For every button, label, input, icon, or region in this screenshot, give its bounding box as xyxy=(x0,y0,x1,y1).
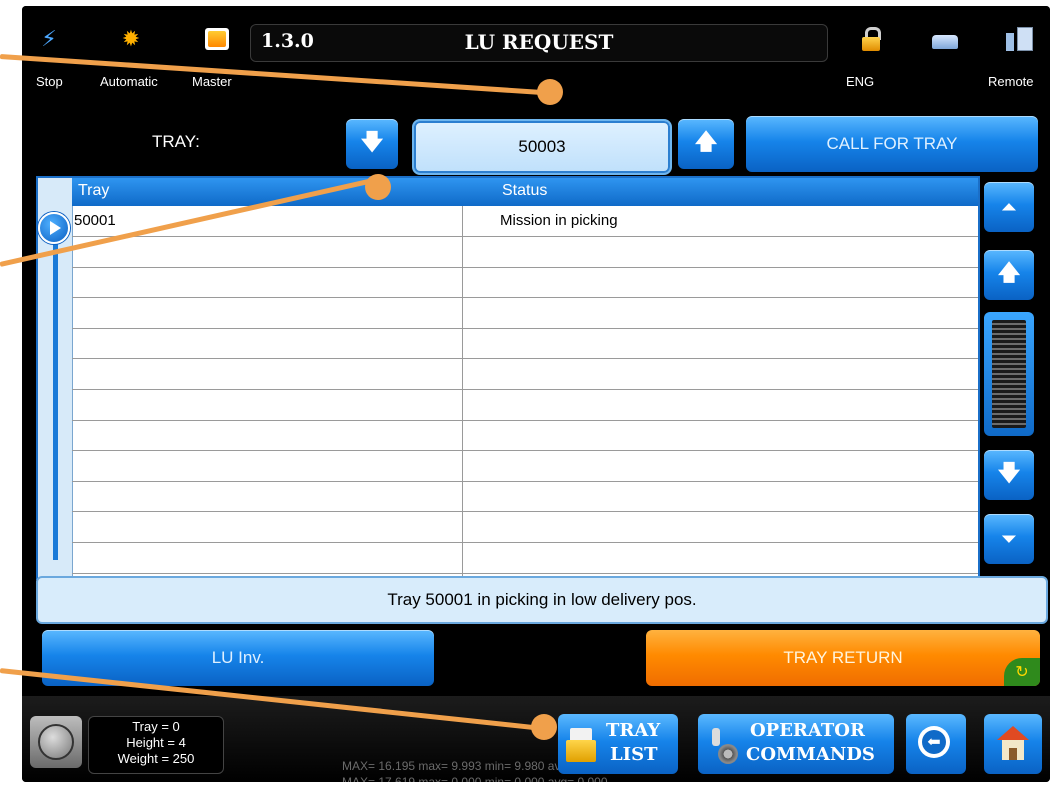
scroll-up-button[interactable]: 🡅 xyxy=(984,250,1034,300)
stats-line-2: MAX= 17.619 max= 0.000 min= 0.000 avg= 0… xyxy=(342,775,608,782)
table-row[interactable] xyxy=(72,267,978,299)
status-lamp-icon[interactable] xyxy=(30,716,82,768)
automatic-label: Automatic xyxy=(100,74,158,89)
master-icon[interactable] xyxy=(202,24,232,54)
table-row[interactable] xyxy=(72,328,978,360)
arrow-bottom-icon: ⏷ xyxy=(1001,528,1017,549)
table-row[interactable] xyxy=(72,390,978,421)
bottom-bar: Tray = 0 Height = 4 Weight = 250 MAX= 16… xyxy=(22,696,1050,782)
row-indicator-strip xyxy=(38,178,73,578)
lightning-icon[interactable]: ⚡ xyxy=(34,24,64,54)
page-title: LU REQUEST xyxy=(464,30,614,54)
tray-list-icon xyxy=(566,726,602,764)
arrow-top-icon: ⏶ xyxy=(1001,196,1017,217)
tray-list-line2: LIST xyxy=(610,744,658,765)
return-arrow-icon: ↻ xyxy=(1004,658,1040,686)
app-screen: ⚡ Stop ✹ Automatic Master 1.3.0 LU REQUE… xyxy=(22,6,1050,782)
arrow-up-icon: 🡅 xyxy=(997,260,1021,285)
operator-commands-line1: OPERATOR xyxy=(750,720,865,741)
master-label: Master xyxy=(192,74,232,89)
call-for-tray-button[interactable]: CALL FOR TRAY xyxy=(746,116,1038,172)
cell-status: Mission in picking xyxy=(500,212,618,229)
callout-dot-top xyxy=(537,79,563,105)
top-bar: ⚡ Stop ✹ Automatic Master 1.3.0 LU REQUE… xyxy=(22,6,1050,94)
arrow-up-icon: 🡅 xyxy=(694,129,718,154)
scrollbar-grip[interactable] xyxy=(992,320,1026,428)
tray-return-button[interactable]: TRAY RETURN ↻ xyxy=(646,630,1040,686)
lock-icon[interactable] xyxy=(856,24,886,54)
table-row[interactable] xyxy=(72,420,978,452)
arrow-down-icon: 🡇 xyxy=(997,460,1021,485)
stop-label: Stop xyxy=(36,74,63,89)
remote-icon[interactable] xyxy=(1004,24,1034,54)
info-height: Height = 4 xyxy=(126,735,186,750)
callout-dot-bottom xyxy=(531,714,557,740)
scroll-top-button[interactable]: ⏶ xyxy=(984,182,1034,232)
scroll-bottom-button[interactable]: ⏷ xyxy=(984,514,1034,564)
tray-down-button[interactable]: 🡇 xyxy=(346,119,398,169)
table-row[interactable]: 50001 Mission in picking xyxy=(72,206,978,237)
language-icon[interactable] xyxy=(930,24,960,54)
lu-inv-button[interactable]: LU Inv. xyxy=(42,630,434,686)
back-arrow-icon: ⬅ xyxy=(918,726,950,758)
table-row[interactable] xyxy=(72,298,978,329)
callout-dot-table xyxy=(365,174,391,200)
table-row[interactable] xyxy=(72,481,978,513)
home-icon xyxy=(995,724,1031,762)
scroll-down-button[interactable]: 🡇 xyxy=(984,450,1034,500)
language-label: ENG xyxy=(846,74,875,89)
table-row[interactable] xyxy=(72,543,978,574)
title-bar: 1.3.0 LU REQUEST xyxy=(250,24,828,62)
info-weight: Weight = 250 xyxy=(117,751,195,766)
tray-list-button[interactable]: TRAY LIST xyxy=(558,714,678,774)
row-indicator-rail xyxy=(53,220,58,560)
back-button[interactable]: ⬅ xyxy=(906,714,966,774)
column-header-tray[interactable]: Tray xyxy=(78,182,109,200)
tray-return-label: TRAY RETURN xyxy=(783,648,903,667)
home-button[interactable] xyxy=(984,714,1042,774)
table-row[interactable] xyxy=(72,359,978,390)
table-row[interactable] xyxy=(72,512,978,543)
table-header: Tray Status xyxy=(72,178,978,206)
arrow-down-icon: 🡇 xyxy=(360,129,384,154)
info-tray: Tray = 0 xyxy=(132,719,180,734)
operator-commands-icon xyxy=(704,726,740,764)
tray-table: Tray Status 50001 Mission in picking xyxy=(36,176,980,580)
tray-up-button[interactable]: 🡅 xyxy=(678,119,734,169)
tray-info-box: Tray = 0 Height = 4 Weight = 250 xyxy=(88,716,224,774)
remote-label: Remote xyxy=(988,74,1034,89)
table-row[interactable] xyxy=(72,237,978,268)
column-header-status[interactable]: Status xyxy=(502,182,547,200)
table-row[interactable] xyxy=(72,451,978,482)
tray-input[interactable]: 50003 xyxy=(412,119,672,175)
tray-list-line1: TRAY xyxy=(606,720,661,741)
operator-commands-line2: COMMANDS xyxy=(746,744,875,765)
cell-tray: 50001 xyxy=(74,212,116,229)
scrollbar[interactable] xyxy=(984,312,1034,436)
tray-label: TRAY: xyxy=(152,132,200,151)
operator-commands-button[interactable]: OPERATOR COMMANDS xyxy=(698,714,894,774)
current-row-play-icon[interactable] xyxy=(38,212,70,244)
status-message: Tray 50001 in picking in low delivery po… xyxy=(36,576,1048,624)
gear-icon[interactable]: ✹ xyxy=(116,24,146,54)
